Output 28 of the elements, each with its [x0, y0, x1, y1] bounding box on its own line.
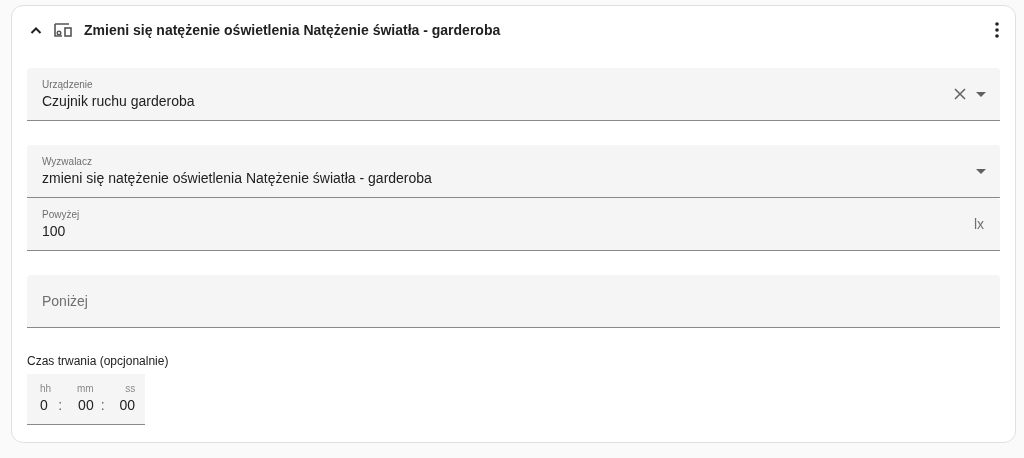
- field-value: zmieni się natężenie oświetlenia Natężenie światła - garderoba: [42, 170, 433, 186]
- time-unit-label: ss: [125, 383, 136, 394]
- time-separator: :: [99, 397, 106, 413]
- field-label: Urządzenie: [42, 79, 94, 90]
- devices-icon: [53, 22, 73, 38]
- field-value: 100: [42, 223, 67, 239]
- field-value: Czujnik ruchu garderoba: [42, 93, 196, 109]
- time-unit-label: mm: [77, 383, 94, 394]
- field-placeholder: Poniżej: [42, 293, 89, 309]
- input-field[interactable]: Poniżej: [27, 275, 1000, 328]
- field-label: Wyzwalacz: [42, 156, 93, 167]
- card-title: Zmieni się natężenie oświetlenia Natężenie światła - garderoba: [84, 22, 502, 38]
- time-separator: :: [57, 397, 63, 413]
- duration-label: Czas trwania (opcjonalnie): [27, 354, 170, 368]
- close-icon[interactable]: [954, 88, 966, 100]
- time-input[interactable]: 00: [119, 397, 136, 413]
- time-input[interactable]: 00: [78, 397, 94, 413]
- time-unit-label: hh: [40, 383, 52, 394]
- chevron-up-icon[interactable]: [30, 26, 42, 34]
- dropdown-arrow-icon[interactable]: [976, 91, 986, 97]
- input-field[interactable]: Powyżej 100 lx: [27, 198, 1000, 251]
- dropdown-arrow-icon[interactable]: [976, 168, 986, 174]
- field-label: Powyżej: [42, 209, 81, 220]
- unit-suffix: lx: [973, 216, 984, 232]
- time-input[interactable]: 0: [40, 397, 48, 413]
- more-options-icon[interactable]: [995, 22, 999, 38]
- dropdown-field[interactable]: Urządzenie Czujnik ruchu garderoba: [27, 68, 1000, 121]
- dropdown-field[interactable]: Wyzwalacz zmieni się natężenie oświetlenia Natężenie światła - garderoba: [27, 145, 1000, 198]
